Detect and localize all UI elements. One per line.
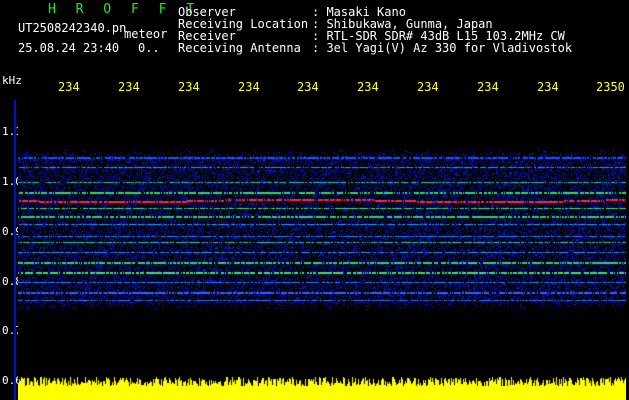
datetime-label: 25.08.24 23:40 bbox=[18, 41, 120, 55]
x-tick: 234 bbox=[238, 80, 260, 94]
x-tick: 2350 bbox=[596, 80, 625, 94]
x-tick: 234 bbox=[118, 80, 140, 94]
x-tick: 234 bbox=[297, 80, 319, 94]
mode-label: meteor bbox=[124, 27, 168, 41]
x-tick: 234 bbox=[417, 80, 439, 94]
filename-label: UT2508242340.pn bbox=[18, 21, 127, 35]
x-tick: 234 bbox=[537, 80, 559, 94]
x-tick: 234 bbox=[178, 80, 200, 94]
x-tick: 234 bbox=[477, 80, 499, 94]
counter-label: 0.. bbox=[138, 41, 160, 55]
antenna-value: : 3el Yagi(V) Az 330 for Vladivostok bbox=[312, 41, 573, 55]
y-axis-unit: kHz bbox=[2, 74, 22, 87]
left-axis-rail bbox=[14, 100, 16, 400]
x-tick: 234 bbox=[357, 80, 379, 94]
x-tick: 234 bbox=[58, 80, 80, 94]
spectrogram-canvas bbox=[18, 100, 626, 400]
antenna-label: Receiving Antenna bbox=[178, 41, 301, 55]
